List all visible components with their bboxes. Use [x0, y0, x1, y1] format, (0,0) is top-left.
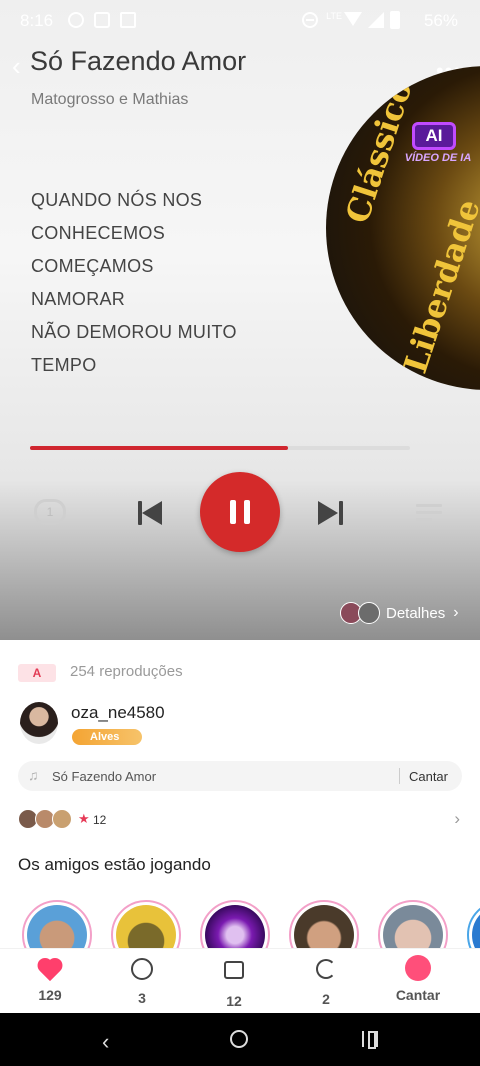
artist-name: Matogrosso e Mathias — [31, 91, 189, 108]
friend-avatar[interactable] — [22, 900, 92, 948]
friend-avatar[interactable] — [378, 900, 448, 948]
lyric-line: COMEÇAMOS — [31, 256, 154, 276]
friend-avatar[interactable] — [467, 900, 480, 948]
lyrics: QUANDO NÓS NOS CONHECEMOS COMEÇAMOS NAMO… — [31, 188, 321, 386]
details-label: Detalhes — [386, 604, 446, 622]
progress-fill — [30, 446, 289, 450]
details-avatars — [340, 602, 382, 624]
next-track-icon[interactable] — [315, 498, 345, 528]
friend-avatar[interactable] — [289, 900, 359, 948]
play-count: 254 reproduções — [70, 663, 183, 680]
wifi-icon — [344, 12, 362, 26]
gift-count: 12 — [226, 993, 242, 1009]
share-icon — [316, 959, 336, 979]
chevron-right-icon: › — [453, 604, 459, 621]
bottom-action-bar: 129 3 12 2 Cantar — [0, 948, 480, 1013]
username[interactable]: oza_ne4580 — [71, 703, 165, 723]
comment-button[interactable]: 3 — [107, 955, 177, 1006]
lyric-line: NÃO DEMOROU MUITO — [31, 322, 237, 342]
system-nav-bar: ‹ — [0, 1013, 480, 1066]
avatar — [52, 809, 72, 829]
playlist-icon[interactable] — [416, 502, 446, 524]
comment-icon — [131, 958, 153, 980]
nav-back-icon[interactable]: ‹ — [102, 1029, 109, 1055]
star-icon: ★ — [78, 811, 90, 826]
likers-row[interactable]: ★ 12 › — [18, 809, 462, 831]
lyric-line: CONHECEMOS — [31, 223, 166, 243]
nav-home-icon[interactable] — [230, 1030, 248, 1048]
repeat-one-icon[interactable]: 1 — [34, 499, 66, 525]
signal-icon — [368, 12, 384, 28]
pause-button[interactable] — [200, 472, 280, 552]
level-badge: Alves — [72, 729, 142, 745]
lyric-line: NAMORAR — [31, 289, 126, 309]
sing-icon — [405, 955, 431, 981]
previous-track-icon[interactable] — [136, 498, 166, 528]
settings-status-icon — [68, 12, 84, 28]
album-art-disc: Clássicos da Liberdade — [326, 66, 480, 390]
progress-bar[interactable] — [30, 446, 410, 450]
lyric-line: QUANDO NÓS NOS — [31, 190, 203, 210]
ai-badge-label: VÍDEO DE IA — [404, 152, 472, 164]
back-icon[interactable]: ‹ — [12, 53, 28, 79]
song-bar[interactable]: ♫ Só Fazendo Amor Cantar — [18, 761, 462, 791]
friend-avatar[interactable] — [111, 900, 181, 948]
details-link[interactable]: Detalhes › — [340, 600, 459, 626]
lte-label: LTE — [326, 11, 342, 21]
friend-avatar[interactable] — [200, 900, 270, 948]
comment-count: 3 — [138, 990, 146, 1006]
song-title: Só Fazendo Amor — [30, 46, 247, 76]
likes-count: 12 — [93, 813, 107, 827]
friends-title: Os amigos estão jogando — [18, 855, 211, 874]
sing-label: Cantar — [395, 987, 441, 1003]
sing-tab-button[interactable]: Cantar — [383, 955, 453, 1003]
battery-icon — [390, 11, 400, 29]
status-time: 8:16 — [20, 11, 54, 30]
ai-video-badge: AI VÍDEO DE IA — [396, 118, 480, 170]
gift-button[interactable]: 12 — [199, 955, 269, 1009]
ai-badge-box: AI — [412, 122, 456, 150]
app-status-icon — [120, 12, 136, 28]
rank-badge: A — [18, 664, 56, 682]
like-count: 129 — [38, 987, 62, 1003]
song-bar-title: Só Fazendo Amor — [52, 769, 157, 784]
lyric-line: TEMPO — [31, 355, 97, 375]
nav-recents-icon[interactable] — [362, 1031, 378, 1049]
music-note-icon: ♫ — [28, 767, 39, 783]
avatar[interactable] — [20, 702, 58, 744]
like-button[interactable]: 129 — [15, 955, 85, 1003]
share-button[interactable]: 2 — [291, 955, 361, 1007]
share-count: 2 — [322, 991, 330, 1007]
sing-button[interactable]: Cantar — [409, 769, 448, 784]
divider — [399, 768, 400, 784]
status-bar: 8:16 LTE 56% — [0, 0, 480, 40]
chevron-right-icon: › — [454, 809, 460, 828]
do-not-disturb-icon — [302, 12, 318, 28]
heart-icon — [35, 955, 65, 983]
profile-status-icon — [94, 12, 110, 28]
avatar — [358, 602, 380, 624]
player-panel: 8:16 LTE 56% ‹ ••• Só Fazendo Amor Matog… — [0, 0, 480, 640]
album-art-text-line2: Liberdade — [396, 194, 480, 378]
pause-icon — [230, 500, 236, 524]
friends-list — [0, 898, 480, 948]
battery-percent: 56% — [423, 11, 458, 30]
gift-icon — [224, 961, 244, 979]
